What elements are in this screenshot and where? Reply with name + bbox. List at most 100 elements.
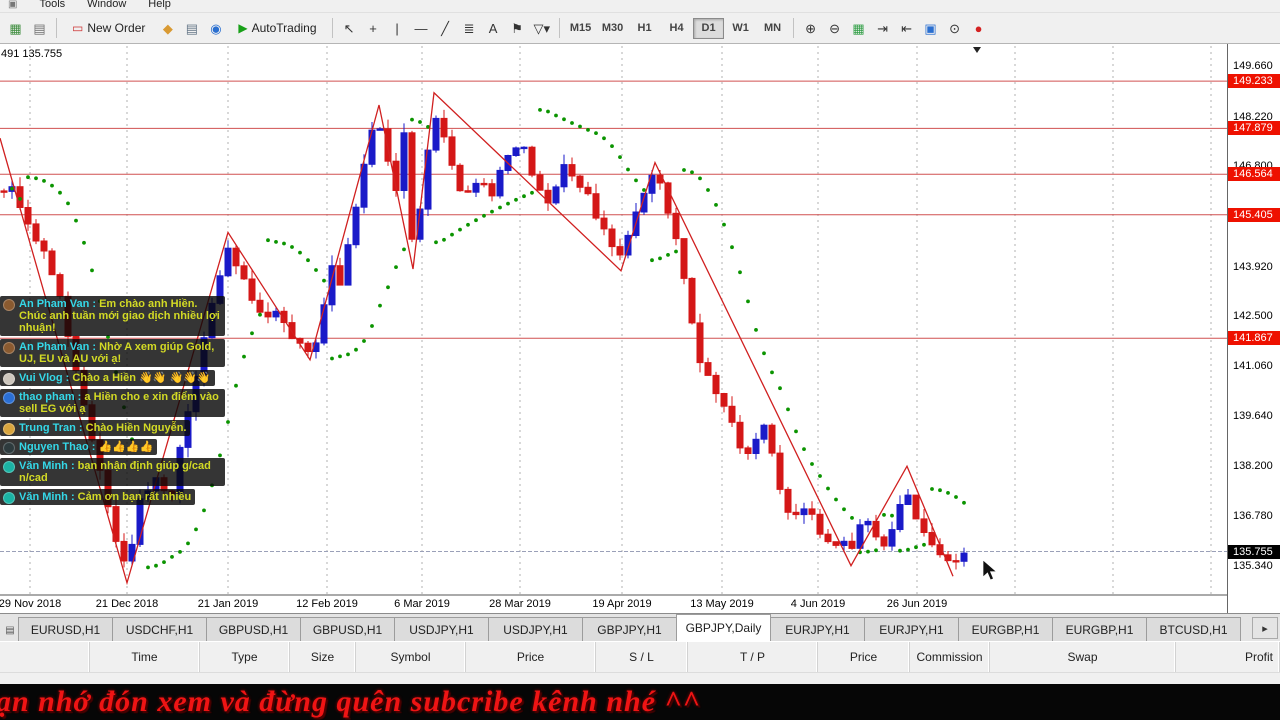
strategy-tester-button[interactable]: ▣ <box>919 16 942 40</box>
trendline-button[interactable]: ╱ <box>434 16 457 40</box>
chart-tab-gbpjpy-daily[interactable]: GBPJPY,Daily <box>676 614 771 641</box>
market-watch-button[interactable]: ◉ <box>204 16 227 40</box>
chart-tab-gbpusd-h1[interactable]: GBPUSD,H1 <box>300 617 395 641</box>
vertical-line-button[interactable]: | <box>386 16 409 40</box>
search-button[interactable]: ⊙ <box>943 16 966 40</box>
profiles-button[interactable]: ▤ <box>28 16 51 40</box>
tile-windows-button[interactable]: ▦ <box>847 16 870 40</box>
chart-tab-gbpjpy-h1[interactable]: GBPJPY,H1 <box>582 617 677 641</box>
trendline-icon: ╱ <box>441 20 449 36</box>
vertical-line-icon: | <box>395 20 399 36</box>
menu-item-help[interactable]: Help <box>148 0 171 10</box>
chart-tab-gbpusd-h1[interactable]: GBPUSD,H1 <box>206 617 301 641</box>
chat-avatar <box>3 342 15 354</box>
price-scale[interactable]: 149.660 148.220 146.800 143.920 142.500 141.0… <box>1227 44 1280 613</box>
metaeditor-icon: ◆ <box>162 20 173 36</box>
parabolic-sar-dot <box>354 347 358 352</box>
menu-items: ▣ Tools Window Help <box>0 0 1280 12</box>
print-button[interactable]: ▤ <box>180 16 203 40</box>
crosshair-button[interactable]: + <box>362 16 385 40</box>
chart-shift-button[interactable]: ⇤ <box>895 16 918 40</box>
chart-tab-usdjpy-h1[interactable]: USDJPY,H1 <box>394 617 489 641</box>
chart-tab-usdjpy-h1[interactable]: USDJPY,H1 <box>488 617 583 641</box>
horizontal-line-button[interactable]: — <box>410 16 433 40</box>
chat-text: Cảm ơn bạn rất nhiều <box>77 491 192 503</box>
timeframe-m30-button[interactable]: M30 <box>597 18 628 39</box>
scroll-to-end-marker[interactable] <box>973 47 981 53</box>
zoom-in-button[interactable]: ⊕ <box>799 16 822 40</box>
tab-list-icon[interactable]: ▤ <box>2 619 18 641</box>
parabolic-sar-dot <box>18 197 22 201</box>
timeframe-h4-button[interactable]: H4 <box>661 18 692 39</box>
video-caption-banner: ạn nhớ đón xem và đừng quên subcribe kên… <box>0 684 1280 720</box>
timeframe-m15-button[interactable]: M15 <box>565 18 596 39</box>
new-chart-icon: ▦ <box>9 20 22 36</box>
candle-body <box>744 447 752 454</box>
toolbar-separator <box>793 18 795 38</box>
date-label: 12 Feb 2019 <box>296 598 358 610</box>
candle-body <box>952 560 960 563</box>
candle-body <box>864 520 872 526</box>
chart-tab-btcusd-h1[interactable]: BTCUSD,H1 <box>1146 617 1241 641</box>
timeframe-w1-button[interactable]: W1 <box>725 18 756 39</box>
chart-shift-icon: ⇤ <box>901 20 913 36</box>
date-label: 29 Nov 2018 <box>0 598 62 610</box>
metaeditor-button[interactable]: ◆ <box>156 16 179 40</box>
chart-tab-eurgbp-h1[interactable]: EURGBP,H1 <box>958 617 1053 641</box>
parabolic-sar-dot <box>394 265 398 269</box>
new-order-button[interactable]: ▭ New Order <box>62 16 155 40</box>
chart-tab-eurusd-h1[interactable]: EURUSD,H1 <box>18 617 113 641</box>
cursor-button[interactable]: ↖ <box>338 16 361 40</box>
chart-tab-eurjpy-h1[interactable]: EURJPY,H1 <box>770 617 865 641</box>
parabolic-sar-dot <box>658 256 662 261</box>
new-order-icon: ▭ <box>72 21 84 35</box>
parabolic-sar-dot <box>498 205 502 210</box>
parabolic-sar-dot <box>954 495 958 499</box>
chart-tab-eurjpy-h1[interactable]: EURJPY,H1 <box>864 617 959 641</box>
parabolic-sar-dot <box>874 548 878 553</box>
candle-body <box>256 299 264 313</box>
candle-body <box>880 536 888 547</box>
parabolic-sar-dot <box>810 462 814 466</box>
zoom-out-button[interactable]: ⊖ <box>823 16 846 40</box>
caption-text: ạn nhớ đón xem và đừng quên subcribe kên… <box>0 685 701 718</box>
parabolic-sar-dot <box>258 312 262 317</box>
timeframe-h1-button[interactable]: H1 <box>629 18 660 39</box>
arrow-label-button[interactable]: ⚑ <box>506 16 529 40</box>
shapes-dropdown-button[interactable]: ▽▾ <box>530 16 555 40</box>
fibonacci-button[interactable]: ≣ <box>458 16 481 40</box>
parabolic-sar-dot <box>650 258 654 263</box>
parabolic-sar-dot <box>458 227 462 232</box>
new-chart-button[interactable]: ▦ <box>4 16 27 40</box>
autotrading-button[interactable]: ▶ AutoTrading <box>228 16 326 40</box>
mouse-cursor-icon <box>982 559 998 581</box>
date-axis[interactable]: 29 Nov 2018 21 Dec 2018 21 Jan 2019 12 Feb … <box>0 596 1227 613</box>
parabolic-sar-dot <box>770 370 774 375</box>
chart-tab-bar: ▤ EURUSD,H1 USDCHF,H1 GBPUSD,H1 GBPUSD,H1 USD… <box>0 613 1280 641</box>
date-label: 4 Jun 2019 <box>790 598 846 610</box>
zoom-out-icon: ⊖ <box>829 20 841 36</box>
timeframe-mn-button[interactable]: MN <box>757 18 788 39</box>
parabolic-sar-dot <box>562 117 566 122</box>
parabolic-sar-dot <box>346 352 350 357</box>
parabolic-sar-dot <box>162 560 166 564</box>
parabolic-sar-dot <box>586 128 590 132</box>
parabolic-sar-dot <box>314 268 318 272</box>
candle-body <box>696 322 704 364</box>
auto-scroll-button[interactable]: ⇥ <box>871 16 894 40</box>
record-button[interactable]: ● <box>967 16 990 40</box>
crosshair-icon: + <box>369 20 377 36</box>
parabolic-sar-dot <box>466 222 470 227</box>
terminal-col-swap: Swap <box>990 642 1176 672</box>
tab-scroll-right-button[interactable]: ▸ <box>1252 617 1278 639</box>
menu-item-tools[interactable]: Tools <box>39 0 65 10</box>
timeframe-d1-button[interactable]: D1 <box>693 17 725 39</box>
terminal-col-size: Size <box>290 642 356 672</box>
parabolic-sar-dot <box>82 240 86 245</box>
text-button[interactable]: A <box>482 16 505 40</box>
chart-tab-usdchf-h1[interactable]: USDCHF,H1 <box>112 617 207 641</box>
menu-item-window[interactable]: Window <box>87 0 126 10</box>
parabolic-sar-dot <box>554 113 558 118</box>
chart-tab-eurgbp-h1[interactable]: EURGBP,H1 <box>1052 617 1147 641</box>
candle-body <box>240 265 248 280</box>
